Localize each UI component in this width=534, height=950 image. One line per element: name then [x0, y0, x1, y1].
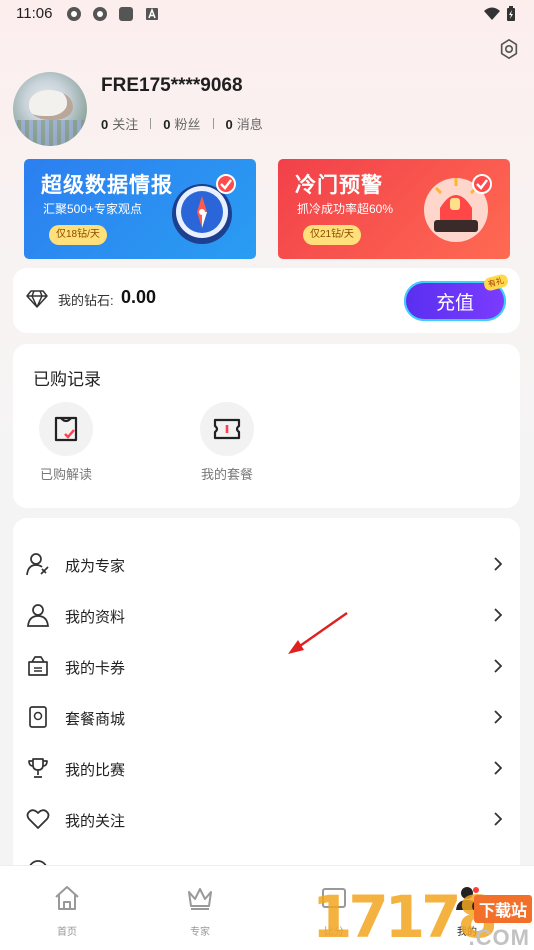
wifi-icon	[484, 7, 500, 20]
purchase-records-card: 已购记录 已购解读 我的套餐	[13, 344, 520, 508]
menu-item-my-coupons[interactable]: 我的卡券	[13, 640, 520, 691]
watermark-domain: .COM	[468, 925, 530, 950]
menu-label: 我的卡券	[65, 660, 126, 677]
chevron-right-icon	[494, 608, 502, 622]
banner-title: 超级数据情报	[41, 174, 173, 197]
menu-item-my-matches[interactable]: 我的比赛	[13, 742, 520, 793]
sync-icon	[67, 7, 81, 21]
diamond-balance: 0.00	[121, 287, 157, 307]
chevron-right-icon	[494, 812, 502, 826]
crown-icon	[188, 888, 212, 910]
alarm-siren-icon	[424, 174, 492, 242]
menu-label: 我的比赛	[65, 762, 126, 779]
record-label: 我的套餐	[200, 467, 253, 482]
watermark-number: 17178	[312, 883, 498, 950]
menu-label: 套餐商城	[65, 711, 126, 728]
purchased-readings-button[interactable]: 已购解读	[26, 402, 106, 483]
tab-label: 专家	[190, 927, 210, 938]
stat-fans[interactable]: 0 粉丝	[163, 114, 200, 133]
ticket-icon	[213, 418, 241, 440]
status-time: 11:06	[16, 5, 53, 22]
settings-gear-icon[interactable]	[498, 38, 520, 60]
a-badge-icon	[146, 7, 158, 20]
chevron-right-icon	[494, 557, 502, 571]
stat-label: 关注	[112, 117, 139, 132]
red-arrow-annotation-icon	[288, 612, 348, 654]
banner-subtitle: 汇聚500+专家观点	[43, 202, 143, 216]
record-label: 已购解读	[39, 467, 92, 482]
banner-upset-alert[interactable]: 冷门预警 抓冷成功率超60% 仅21钻/天	[278, 159, 510, 259]
menu-item-my-profile[interactable]: 我的资料	[13, 589, 520, 640]
stat-following[interactable]: 0 关注	[101, 114, 138, 133]
stat-count: 0	[225, 117, 233, 132]
diamond-icon	[26, 290, 48, 308]
user-icon	[27, 604, 49, 627]
my-packages-button[interactable]: 我的套餐	[187, 402, 267, 483]
menu-label: 我的资料	[65, 609, 126, 626]
diamond-label: 我的钻石:	[58, 293, 114, 308]
site-watermark: 17178 下载站 .COM	[300, 875, 534, 950]
tab-label: 首页	[57, 927, 77, 938]
stat-count: 0	[101, 117, 109, 132]
chevron-right-icon	[494, 710, 502, 724]
records-title: 已购记录	[33, 370, 101, 389]
receipt-check-icon	[54, 416, 78, 442]
sync-icon	[93, 7, 107, 21]
icon-circle	[200, 402, 254, 456]
watermark-site: 下载站	[473, 895, 532, 923]
gift-badge: 有礼	[482, 273, 510, 292]
diamond-wallet-card: 我的钻石: 0.00 充值 有礼	[13, 268, 520, 333]
stat-messages[interactable]: 0 消息	[226, 114, 263, 133]
tab-experts[interactable]: 专家	[165, 884, 235, 938]
menu-item-my-follows[interactable]: 我的关注	[13, 793, 520, 844]
tab-home[interactable]: 首页	[32, 884, 102, 938]
avatar-flowers	[13, 120, 87, 146]
divider	[212, 118, 214, 129]
stat-label: 消息	[236, 117, 263, 132]
user-edit-icon	[26, 553, 49, 576]
trophy-icon	[28, 758, 48, 778]
wallet-card-icon	[28, 656, 48, 676]
banner-price-pill: 仅18钻/天	[49, 225, 107, 245]
stat-label: 粉丝	[174, 117, 201, 132]
app-icon	[119, 7, 133, 21]
stat-count: 0	[163, 117, 171, 132]
username: FRE175****9068	[101, 75, 243, 96]
chevron-right-icon	[494, 761, 502, 775]
banner-price-pill: 仅21钻/天	[303, 225, 361, 245]
icon-circle	[39, 402, 93, 456]
menu-item-become-expert[interactable]: 成为专家	[13, 538, 520, 589]
divider	[150, 118, 152, 129]
compass-icon	[172, 174, 236, 244]
menu-label: 我的关注	[65, 813, 126, 830]
banner-data-intel[interactable]: 超级数据情报 汇聚500+专家观点 仅18钻/天	[24, 159, 256, 259]
avatar[interactable]	[13, 72, 87, 146]
banner-subtitle: 抓冷成功率超60%	[297, 202, 394, 216]
chevron-right-icon	[494, 659, 502, 673]
menu-item-package-store[interactable]: 套餐商城	[13, 691, 520, 742]
menu-label: 成为专家	[65, 558, 126, 575]
banner-title: 冷门预警	[295, 174, 383, 197]
status-bar: 11:06	[0, 0, 534, 28]
home-icon	[55, 886, 79, 910]
store-icon	[29, 706, 47, 728]
avatar-bird-image	[29, 90, 73, 120]
heart-icon	[26, 809, 50, 829]
profile-stats: 0 关注 0 粉丝 0 消息	[101, 114, 263, 133]
battery-icon	[507, 6, 515, 21]
